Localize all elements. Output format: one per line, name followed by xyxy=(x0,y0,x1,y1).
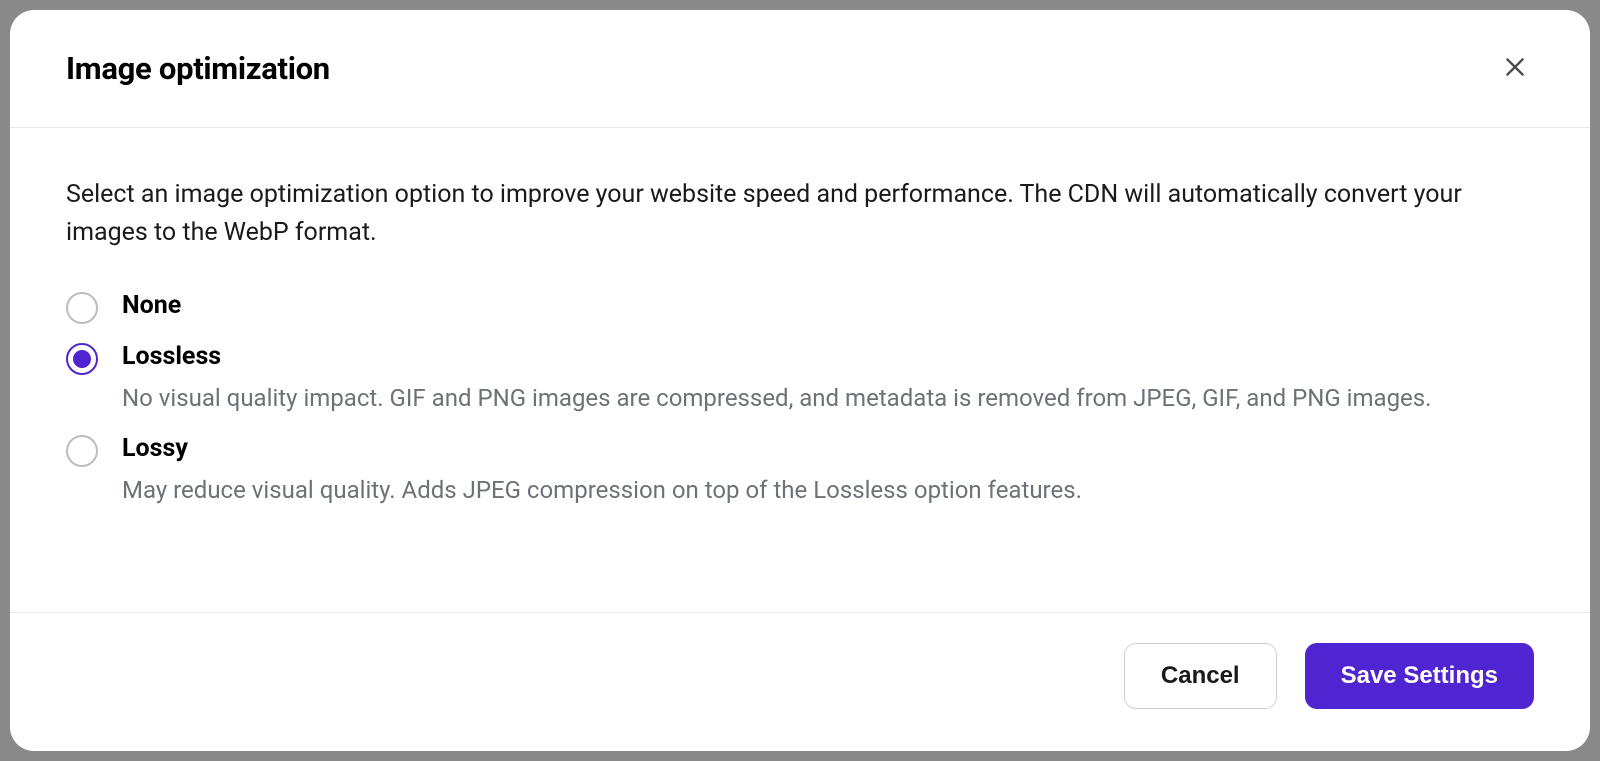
modal-header: Image optimization xyxy=(10,10,1590,128)
option-label-none[interactable]: None xyxy=(122,291,181,320)
close-icon xyxy=(1502,54,1528,83)
save-settings-button[interactable]: Save Settings xyxy=(1305,643,1534,709)
modal-footer: Cancel Save Settings xyxy=(10,612,1590,751)
radio-lossy[interactable] xyxy=(66,435,98,467)
radio-none[interactable] xyxy=(66,292,98,324)
option-content: Lossless No visual quality impact. GIF a… xyxy=(122,342,1534,416)
image-optimization-modal: Image optimization Select an image optim… xyxy=(10,10,1590,751)
cancel-button[interactable]: Cancel xyxy=(1124,643,1277,709)
option-content: Lossy May reduce visual quality. Adds JP… xyxy=(122,434,1534,508)
option-none: None xyxy=(66,291,1534,324)
option-lossy: Lossy May reduce visual quality. Adds JP… xyxy=(66,434,1534,508)
modal-body: Select an image optimization option to i… xyxy=(10,128,1590,612)
modal-description: Select an image optimization option to i… xyxy=(66,176,1534,251)
option-lossless: Lossless No visual quality impact. GIF a… xyxy=(66,342,1534,416)
close-button[interactable] xyxy=(1496,48,1534,89)
modal-title: Image optimization xyxy=(66,50,330,87)
radio-lossless[interactable] xyxy=(66,343,98,375)
option-label-lossy[interactable]: Lossy xyxy=(122,434,188,463)
radio-dot-icon xyxy=(73,350,91,368)
option-content: None xyxy=(122,291,1534,320)
option-desc-lossless: No visual quality impact. GIF and PNG im… xyxy=(122,381,1534,416)
option-label-lossless[interactable]: Lossless xyxy=(122,342,221,371)
option-desc-lossy: May reduce visual quality. Adds JPEG com… xyxy=(122,473,1534,508)
